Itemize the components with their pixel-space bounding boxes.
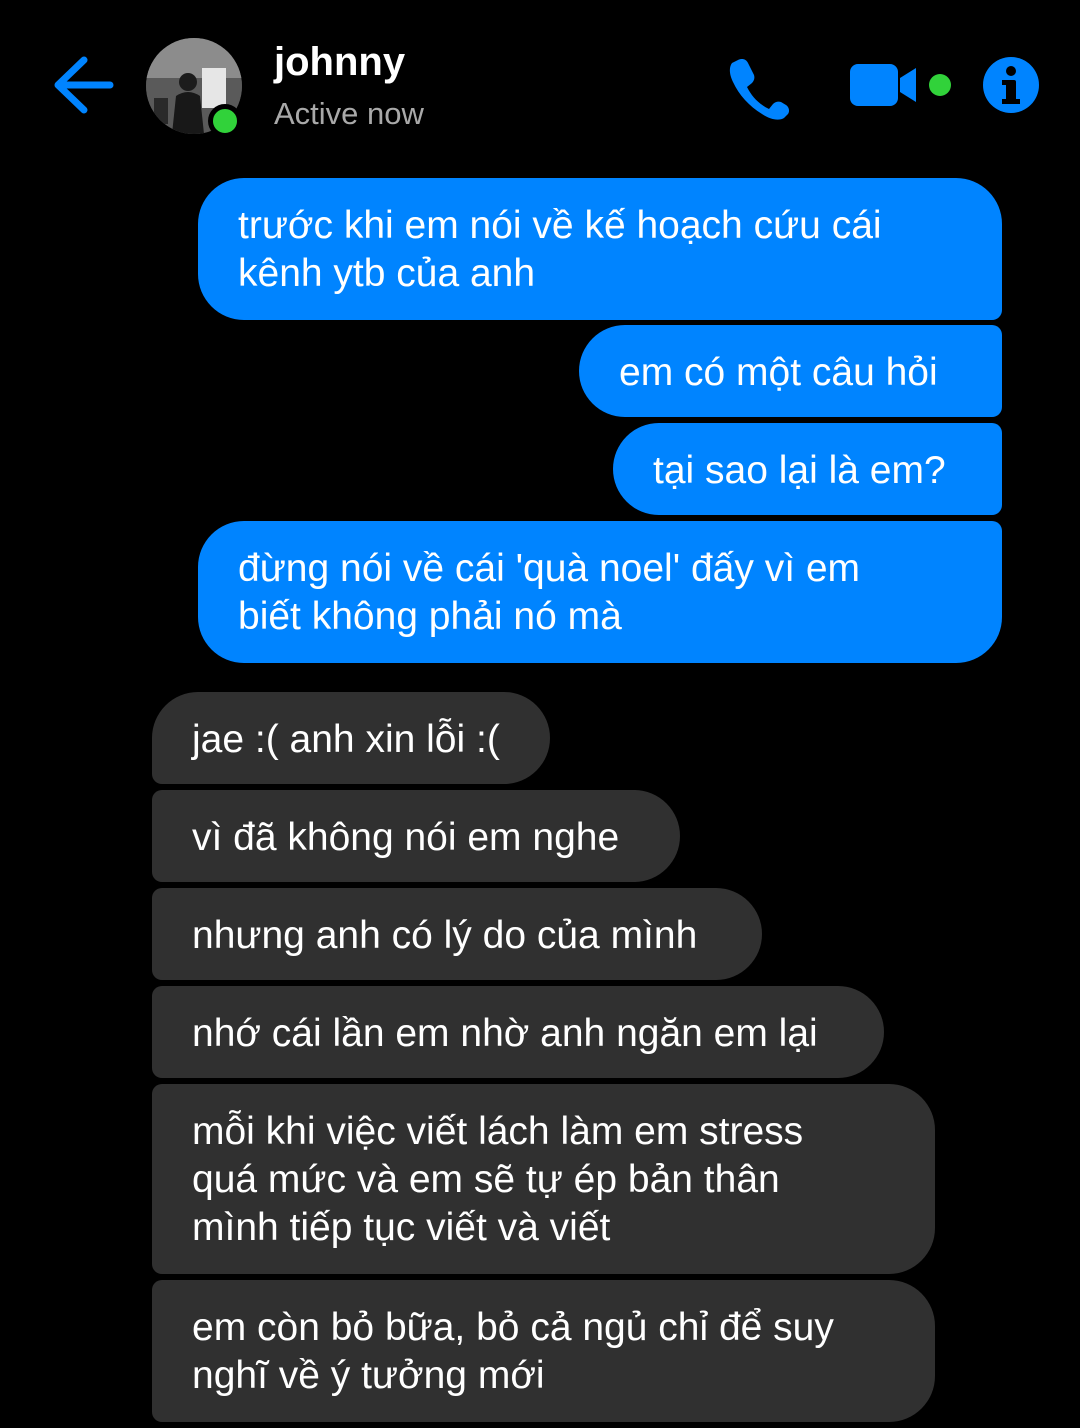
message-line: em có một câu hỏi [619, 351, 938, 394]
incoming-message[interactable]: nhớ cái lần em nhờ anh ngăn em lại [152, 986, 884, 1078]
chat-header: johnny Active now [0, 0, 1080, 170]
message-line: biết không phải nó mà [238, 595, 622, 638]
incoming-message[interactable]: em còn bỏ bữa, bỏ cả ngủ chỉ để suy nghĩ… [152, 1280, 935, 1422]
message-line: nhớ cái lần em nhờ anh ngăn em lại [192, 1012, 818, 1055]
message-line: mình tiếp tục viết và viết [192, 1206, 611, 1249]
outgoing-message[interactable]: đừng nói về cái 'quà noel' đấy vì em biế… [198, 521, 1002, 663]
message-line: nghĩ về ý tưởng mới [192, 1354, 545, 1397]
phone-icon[interactable] [724, 54, 792, 120]
active-status: Active now [274, 96, 424, 131]
message-line: quá mức và em sẽ tự ép bản thân [192, 1158, 780, 1201]
incoming-message[interactable]: jae :( anh xin lỗi :( [152, 692, 550, 784]
message-line: nhưng anh có lý do của mình [192, 914, 698, 957]
back-arrow-icon[interactable] [48, 52, 118, 118]
video-camera-icon[interactable] [848, 60, 954, 112]
outgoing-message[interactable]: em có một câu hỏi [579, 325, 1002, 417]
message-line: tại sao lại là em? [653, 449, 946, 492]
online-status-indicator [208, 104, 242, 138]
message-line: kênh ytb của anh [238, 252, 536, 295]
message-line: trước khi em nói về kế hoạch cứu cái [238, 204, 882, 247]
message-line: đừng nói về cái 'quà noel' đấy vì em [238, 547, 861, 590]
message-line: vì đã không nói em nghe [192, 816, 620, 859]
incoming-message[interactable]: mỗi khi việc viết lách làm em stress quá… [152, 1084, 935, 1274]
message-line: jae :( anh xin lỗi :( [192, 718, 500, 761]
outgoing-message[interactable]: trước khi em nói về kế hoạch cứu cái kên… [198, 178, 1002, 320]
incoming-message[interactable]: vì đã không nói em nghe [152, 790, 680, 882]
message-line: mỗi khi việc viết lách làm em stress [192, 1110, 804, 1153]
contact-name[interactable]: johnny [274, 40, 405, 85]
info-icon[interactable] [982, 56, 1040, 114]
incoming-message[interactable]: nhưng anh có lý do của mình [152, 888, 762, 980]
message-line: em còn bỏ bữa, bỏ cả ngủ chỉ để suy [192, 1306, 834, 1349]
avatar[interactable] [146, 38, 242, 138]
outgoing-message[interactable]: tại sao lại là em? [613, 423, 1002, 515]
